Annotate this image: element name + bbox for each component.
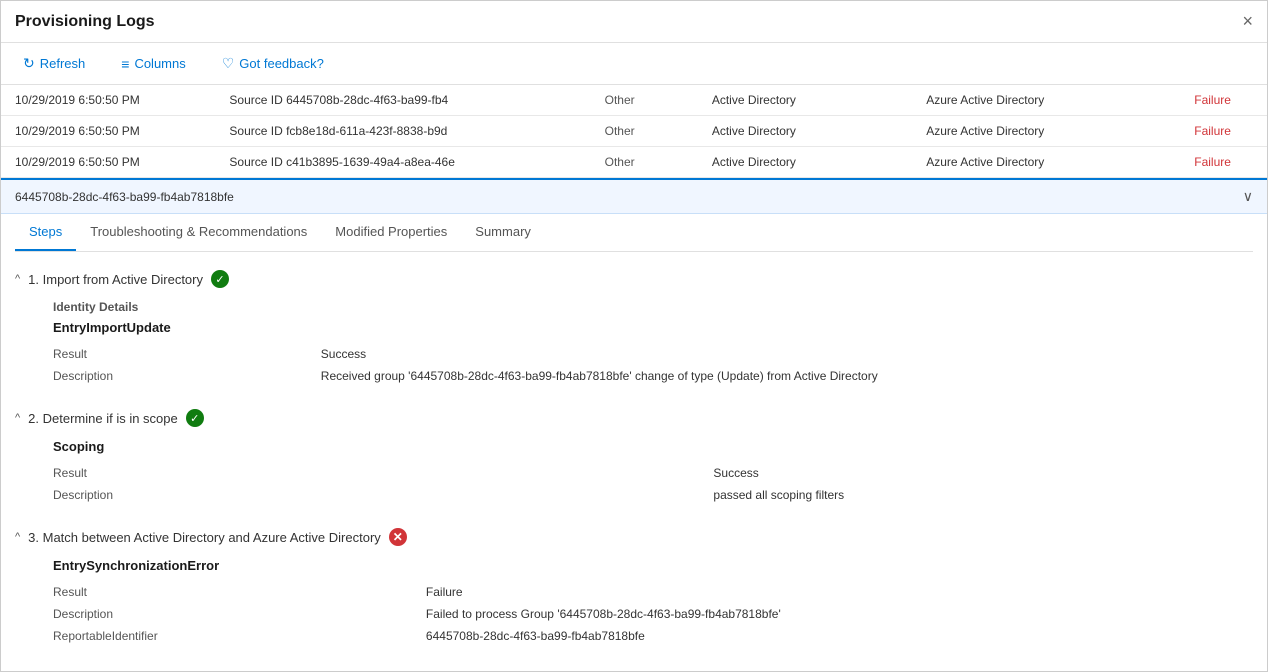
step-header[interactable]: ^ 2. Determine if is in scope ✓ xyxy=(15,401,1253,431)
close-button[interactable]: × xyxy=(1242,11,1253,32)
step-title: 2. Determine if is in scope xyxy=(28,411,178,426)
timestamp: 10/29/2019 6:50:50 PM xyxy=(1,85,215,116)
tabs-bar: Steps Troubleshooting & Recommendations … xyxy=(15,214,1253,252)
step-section: ^ 3. Match between Active Directory and … xyxy=(15,520,1253,647)
subsection-title: EntryImportUpdate xyxy=(53,320,1253,335)
chevron-down-icon: ∨ xyxy=(1243,188,1253,205)
steps-content: ^ 1. Import from Active Directory ✓ Iden… xyxy=(15,252,1253,671)
detail-table: Result Success Description passed all sc… xyxy=(53,462,1253,506)
field-value: 6445708b-28dc-4f63-ba99-fb4ab7818bfe xyxy=(426,625,1253,647)
status: Failure xyxy=(1180,116,1267,147)
source-id: Source ID 6445708b-28dc-4f63-ba99-fb4 xyxy=(215,85,590,116)
field-value: Success xyxy=(321,343,1253,365)
field-label: Result xyxy=(53,581,426,603)
field-label: Description xyxy=(53,603,426,625)
heart-icon: ♡ xyxy=(222,55,235,72)
step-section: ^ 1. Import from Active Directory ✓ Iden… xyxy=(15,262,1253,387)
field-label: Result xyxy=(53,343,321,365)
step-section: ^ 2. Determine if is in scope ✓ Scoping … xyxy=(15,401,1253,506)
tab-steps[interactable]: Steps xyxy=(15,214,76,251)
step-error-icon: ✕ xyxy=(389,528,407,546)
tab-modified-properties[interactable]: Modified Properties xyxy=(321,214,461,251)
field-label: Result xyxy=(53,462,713,484)
source-id: Source ID c41b3895-1639-49a4-a8ea-46e xyxy=(215,147,590,178)
detail-row: ReportableIdentifier 6445708b-28dc-4f63-… xyxy=(53,625,1253,647)
step-detail: Identity Details EntryImportUpdate Resul… xyxy=(39,292,1253,387)
detail-row: Result Success xyxy=(53,343,1253,365)
chevron-up-icon[interactable]: ^ xyxy=(15,412,20,424)
status: Failure xyxy=(1180,147,1267,178)
refresh-button[interactable]: ↻ Refresh xyxy=(15,51,93,76)
detail-row: Description passed all scoping filters xyxy=(53,484,1253,506)
source: Active Directory xyxy=(698,116,912,147)
step-detail: EntrySynchronizationError Result Failure… xyxy=(39,550,1253,647)
selected-row-bar[interactable]: 6445708b-28dc-4f63-ba99-fb4ab7818bfe ∨ xyxy=(1,178,1267,214)
section-label: Identity Details xyxy=(53,300,1253,314)
source: Active Directory xyxy=(698,147,912,178)
detail-row: Description Received group '6445708b-28d… xyxy=(53,365,1253,387)
window-title: Provisioning Logs xyxy=(15,13,155,31)
title-bar: Provisioning Logs × xyxy=(1,1,1267,43)
timestamp: 10/29/2019 6:50:50 PM xyxy=(1,116,215,147)
table-row[interactable]: 10/29/2019 6:50:50 PM Source ID 6445708b… xyxy=(1,85,1267,116)
detail-table: Result Success Description Received grou… xyxy=(53,343,1253,387)
step-success-icon: ✓ xyxy=(186,409,204,427)
chevron-up-icon[interactable]: ^ xyxy=(15,273,20,285)
toolbar: ↻ Refresh ≡ Columns ♡ Got feedback? xyxy=(1,43,1267,85)
tab-troubleshooting[interactable]: Troubleshooting & Recommendations xyxy=(76,214,321,251)
provisioning-logs-window: Provisioning Logs × ↻ Refresh ≡ Columns … xyxy=(0,0,1268,672)
field-value: Success xyxy=(713,462,1253,484)
field-value: Failed to process Group '6445708b-28dc-4… xyxy=(426,603,1253,625)
subsection-title: EntrySynchronizationError xyxy=(53,558,1253,573)
target: Azure Active Directory xyxy=(912,116,1180,147)
columns-button[interactable]: ≡ Columns xyxy=(113,52,193,76)
field-value: passed all scoping filters xyxy=(713,484,1253,506)
columns-label: Columns xyxy=(134,56,185,71)
step-success-icon: ✓ xyxy=(211,270,229,288)
target: Azure Active Directory xyxy=(912,85,1180,116)
status: Failure xyxy=(1180,85,1267,116)
step-header[interactable]: ^ 1. Import from Active Directory ✓ xyxy=(15,262,1253,292)
detail-row: Result Success xyxy=(53,462,1253,484)
step-title: 1. Import from Active Directory xyxy=(28,272,203,287)
log-table: 10/29/2019 6:50:50 PM Source ID 6445708b… xyxy=(1,85,1267,178)
detail-row: Result Failure xyxy=(53,581,1253,603)
subsection-title: Scoping xyxy=(53,439,1253,454)
field-label: Description xyxy=(53,484,713,506)
source-id: Source ID fcb8e18d-611a-423f-8838-b9d xyxy=(215,116,590,147)
step-title: 3. Match between Active Directory and Az… xyxy=(28,530,381,545)
other-type: Other xyxy=(591,116,698,147)
refresh-label: Refresh xyxy=(40,56,86,71)
detail-panel: Steps Troubleshooting & Recommendations … xyxy=(1,214,1267,671)
detail-table: Result Failure Description Failed to pro… xyxy=(53,581,1253,647)
field-value: Failure xyxy=(426,581,1253,603)
source: Active Directory xyxy=(698,85,912,116)
table-row[interactable]: 10/29/2019 6:50:50 PM Source ID fcb8e18d… xyxy=(1,116,1267,147)
feedback-button[interactable]: ♡ Got feedback? xyxy=(214,51,332,76)
detail-row: Description Failed to process Group '644… xyxy=(53,603,1253,625)
feedback-label: Got feedback? xyxy=(239,56,324,71)
chevron-up-icon[interactable]: ^ xyxy=(15,531,20,543)
step-header[interactable]: ^ 3. Match between Active Directory and … xyxy=(15,520,1253,550)
field-label: Description xyxy=(53,365,321,387)
timestamp: 10/29/2019 6:50:50 PM xyxy=(1,147,215,178)
columns-icon: ≡ xyxy=(121,56,129,72)
field-value: Received group '6445708b-28dc-4f63-ba99-… xyxy=(321,365,1253,387)
tab-summary[interactable]: Summary xyxy=(461,214,545,251)
step-detail: Scoping Result Success Description passe… xyxy=(39,431,1253,506)
other-type: Other xyxy=(591,147,698,178)
table-row[interactable]: 10/29/2019 6:50:50 PM Source ID c41b3895… xyxy=(1,147,1267,178)
field-label: ReportableIdentifier xyxy=(53,625,426,647)
selected-id: 6445708b-28dc-4f63-ba99-fb4ab7818bfe xyxy=(15,190,234,204)
refresh-icon: ↻ xyxy=(23,55,35,72)
other-type: Other xyxy=(591,85,698,116)
target: Azure Active Directory xyxy=(912,147,1180,178)
